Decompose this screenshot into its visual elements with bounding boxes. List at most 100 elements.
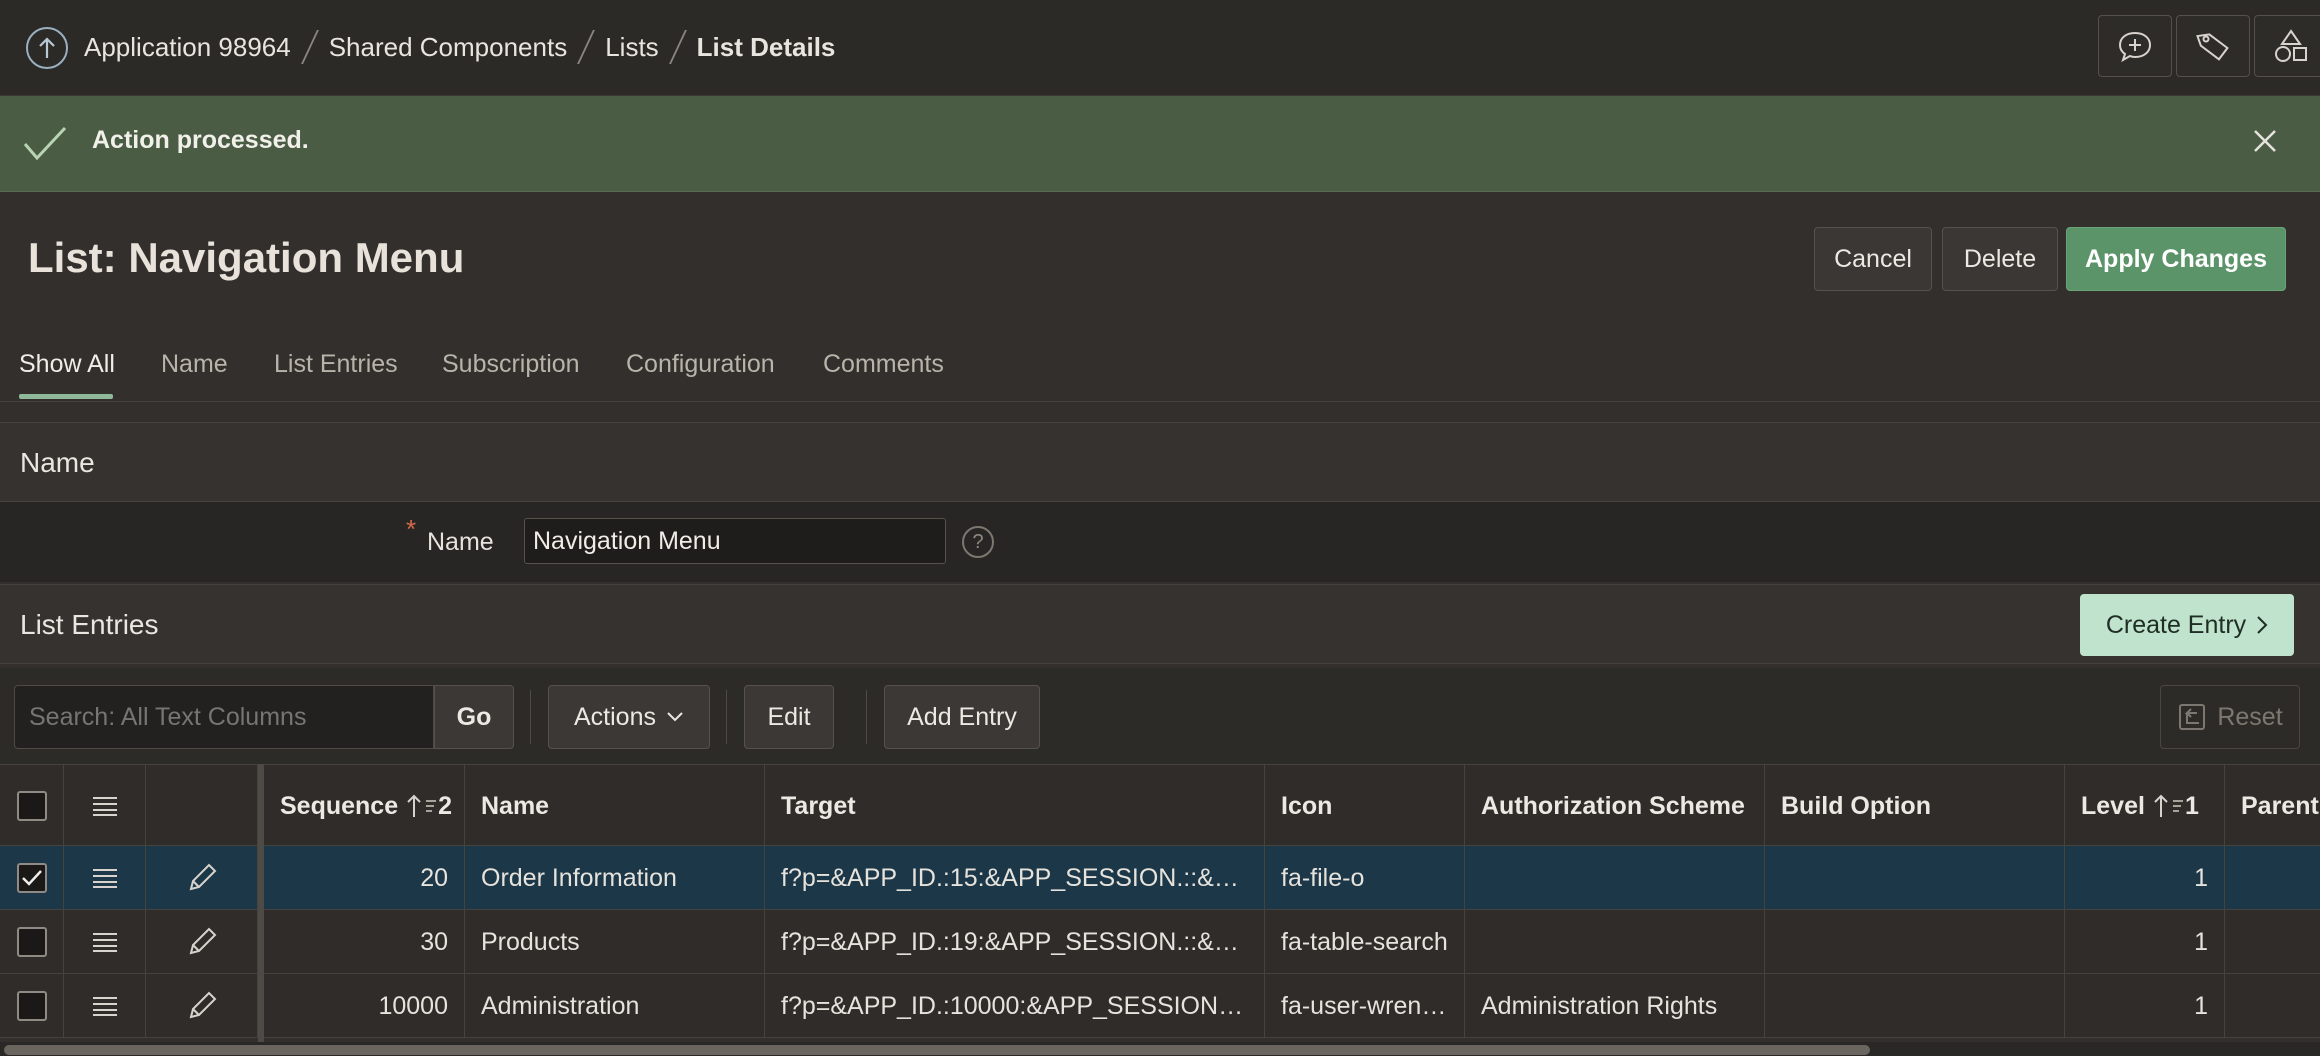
table-row[interactable]: 30 Products f?p=&APP_ID.:19:&APP_SESSION… — [0, 910, 2320, 974]
row-checkbox[interactable] — [16, 863, 47, 893]
edit-button[interactable]: Edit — [744, 685, 834, 749]
breadcrumb-lists[interactable]: Lists — [605, 32, 658, 63]
delete-button[interactable]: Delete — [1942, 227, 2058, 291]
breadcrumb-application[interactable]: Application 98964 — [84, 32, 291, 63]
horizontal-scrollbar[interactable] — [0, 1042, 2320, 1056]
edit-cell — [146, 846, 258, 910]
level-cell: 1 — [2065, 846, 2225, 910]
column-level[interactable]: Level 1 — [2065, 765, 2225, 847]
grid-toolbar: Go Actions Edit Add Entry Reset — [0, 668, 2320, 764]
top-bar: Application 98964 Shared Components List… — [0, 0, 2320, 96]
checkmark-icon — [23, 126, 67, 161]
edit-cell — [146, 910, 258, 974]
column-authorization-scheme[interactable]: Authorization Scheme — [1465, 765, 1765, 847]
row-checkbox[interactable] — [16, 927, 47, 957]
up-arrow-icon[interactable] — [26, 27, 68, 69]
hamburger-icon[interactable] — [92, 796, 118, 816]
close-icon[interactable] — [2250, 126, 2280, 156]
pencil-icon[interactable] — [185, 861, 219, 895]
column-sequence-label: Sequence — [280, 791, 399, 820]
add-entry-button[interactable]: Add Entry — [884, 685, 1040, 749]
tag-button[interactable] — [2176, 15, 2250, 77]
build-option-cell — [1765, 846, 2065, 910]
hamburger-icon[interactable] — [92, 868, 118, 888]
level-cell: 1 — [2065, 910, 2225, 974]
sequence-sort-order: 2 — [438, 791, 453, 820]
reset-button[interactable]: Reset — [2160, 685, 2300, 749]
required-indicator: * — [406, 514, 417, 544]
go-button[interactable]: Go — [434, 685, 514, 749]
pencil-icon[interactable] — [185, 989, 219, 1023]
select-all-checkbox[interactable] — [16, 791, 47, 821]
sort-order-icon — [426, 800, 437, 812]
frozen-column-divider — [258, 764, 264, 1044]
parent-cell — [2225, 974, 2320, 1038]
select-all-cell — [0, 765, 64, 847]
search-input[interactable] — [14, 685, 434, 749]
hamburger-icon[interactable] — [92, 996, 118, 1016]
edit-cell — [146, 974, 258, 1038]
icon-cell: fa-table-search — [1265, 910, 1465, 974]
comment-add-button[interactable] — [2098, 15, 2172, 77]
row-actions-cell — [64, 846, 146, 910]
name-region-title: Name — [20, 447, 95, 478]
breadcrumb-separator — [300, 30, 319, 64]
target-cell: f?p=&APP_ID.:19:&APP_SESSION.::&DEB… — [765, 910, 1265, 974]
name-cell: Administration — [465, 974, 765, 1038]
chevron-down-icon — [667, 712, 683, 722]
sequence-cell: 20 — [264, 846, 465, 910]
name-cell: Products — [465, 910, 765, 974]
cancel-button[interactable]: Cancel — [1814, 227, 1932, 291]
level-sort-order: 1 — [2184, 791, 2199, 820]
row-checkbox[interactable] — [16, 991, 47, 1021]
hamburger-icon[interactable] — [92, 932, 118, 952]
apply-changes-button[interactable]: Apply Changes — [2066, 227, 2286, 291]
tab-comments[interactable]: Comments — [823, 350, 944, 379]
actions-menu-button[interactable]: Actions — [548, 685, 710, 749]
tab-show-all[interactable]: Show All — [19, 350, 115, 379]
help-icon[interactable]: ? — [962, 526, 994, 558]
column-build-option[interactable]: Build Option — [1765, 765, 2065, 847]
pencil-icon[interactable] — [185, 925, 219, 959]
breadcrumb-current: List Details — [696, 31, 836, 62]
name-region-header: Name — [0, 422, 2320, 502]
name-field-label: Name — [427, 528, 494, 556]
tab-configuration[interactable]: Configuration — [626, 350, 775, 379]
scrollbar-thumb[interactable] — [4, 1045, 1870, 1055]
auth-cell: Administration Rights — [1465, 974, 1765, 1038]
table-row[interactable]: 20 Order Information f?p=&APP_ID.:15:&AP… — [0, 846, 2320, 910]
tab-subscription[interactable]: Subscription — [442, 350, 580, 379]
column-level-label: Level — [2081, 791, 2145, 820]
breadcrumb: Application 98964 Shared Components List… — [84, 30, 835, 64]
auth-cell — [1465, 910, 1765, 974]
column-icon[interactable]: Icon — [1265, 765, 1465, 847]
shared-components-button[interactable] — [2254, 15, 2320, 77]
row-select-cell — [0, 910, 64, 974]
chevron-right-icon — [2257, 616, 2268, 634]
tab-list-entries[interactable]: List Entries — [274, 350, 398, 379]
target-text: f?p=&APP_ID.:19:&APP_SESSION.::&DEB… — [781, 927, 1248, 956]
create-entry-button[interactable]: Create Entry — [2080, 594, 2294, 656]
breadcrumb-separator — [577, 30, 596, 64]
column-name[interactable]: Name — [465, 765, 765, 847]
list-entries-title: List Entries — [20, 609, 159, 640]
edit-column-header — [146, 765, 258, 847]
sort-ascending-icon — [407, 794, 421, 817]
column-sequence[interactable]: Sequence 2 — [264, 765, 465, 847]
name-field[interactable] — [524, 518, 946, 564]
breadcrumb-separator — [668, 30, 687, 64]
banner-message: Action processed. — [92, 126, 309, 154]
level-cell: 1 — [2065, 974, 2225, 1038]
tab-bar: Show All Name List Entries Subscription … — [0, 330, 2320, 402]
column-parent[interactable]: Parent — [2225, 765, 2320, 847]
shapes-icon — [2275, 29, 2307, 62]
tab-name[interactable]: Name — [161, 350, 228, 379]
success-banner: Action processed. — [0, 96, 2320, 192]
table-row[interactable]: 10000 Administration f?p=&APP_ID.:10000:… — [0, 974, 2320, 1038]
column-target[interactable]: Target — [765, 765, 1265, 847]
breadcrumb-shared-components[interactable]: Shared Components — [329, 32, 567, 63]
target-text: f?p=&APP_ID.:10000:&APP_SESSION.::&… — [781, 991, 1248, 1020]
target-cell: f?p=&APP_ID.:15:&APP_SESSION.::&DEB… — [765, 846, 1265, 910]
sort-ascending-icon — [2154, 794, 2168, 817]
list-entries-grid: Sequence 2 Name Target Icon Authorizatio… — [0, 764, 2320, 1044]
